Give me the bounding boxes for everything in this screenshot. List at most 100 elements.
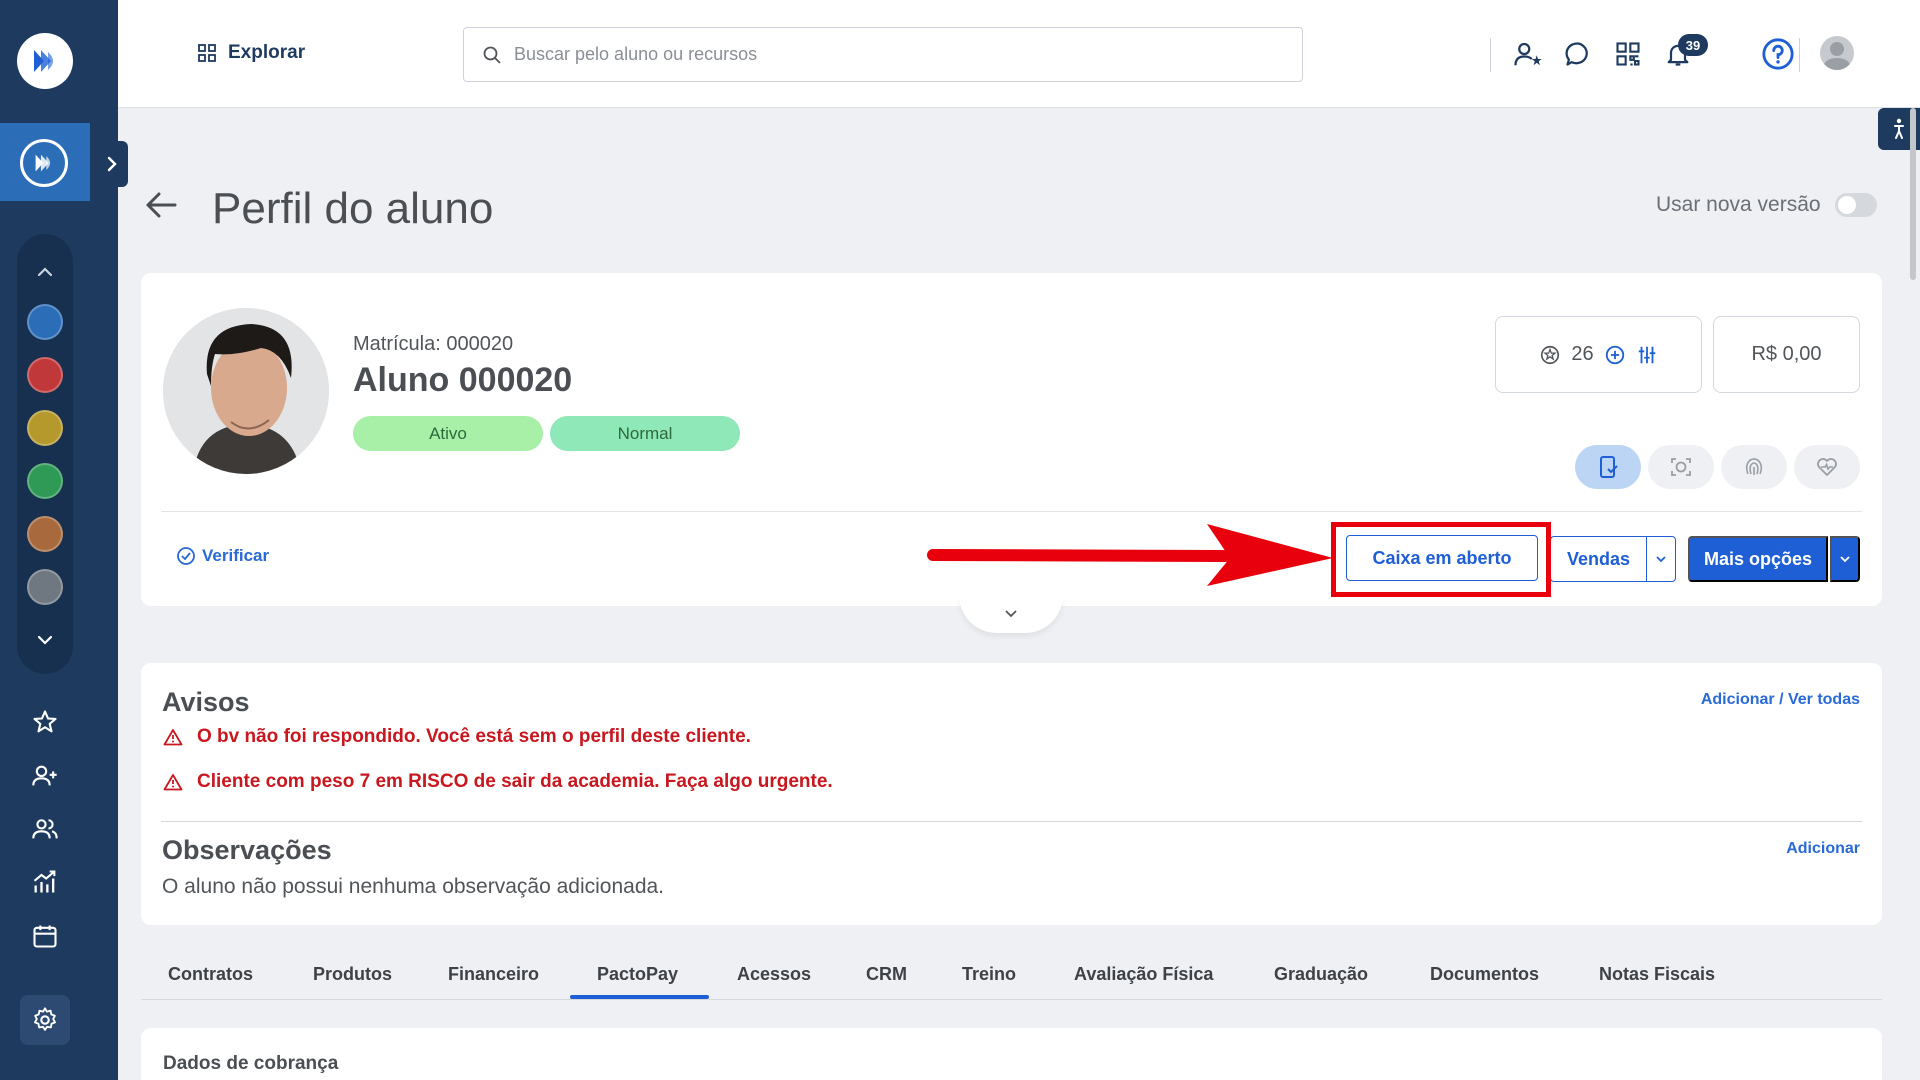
notices-card: Avisos Adicionar / Ver todas O bv não fo… — [141, 663, 1882, 925]
chevron-up-icon[interactable] — [27, 254, 63, 290]
student-photo — [163, 308, 329, 474]
tab-crm[interactable]: CRM — [866, 964, 907, 985]
add-points-icon[interactable] — [1604, 344, 1626, 366]
chevron-down-icon[interactable] — [27, 622, 63, 658]
add-observation-link[interactable]: Adicionar — [1786, 840, 1860, 858]
unit-logo-icon — [35, 154, 51, 172]
new-version-toggle[interactable] — [1834, 193, 1877, 217]
warning-text: O bv não foi respondido. Você está sem o… — [197, 726, 751, 747]
verify-label: Verificar — [202, 546, 270, 565]
tab-pactopay[interactable]: PactoPay — [597, 964, 678, 985]
people-icon[interactable] — [27, 811, 63, 847]
student-portrait-icon — [163, 308, 329, 474]
points-value: 26 — [1571, 343, 1594, 365]
chevron-down-icon — [1656, 556, 1666, 563]
verify-button[interactable]: Verificar — [176, 546, 269, 566]
qr-code-icon[interactable] — [1610, 36, 1646, 72]
unit-button-brown[interactable] — [27, 516, 63, 552]
active-tab-indicator — [570, 995, 709, 999]
tab-financeiro[interactable]: Financeiro — [448, 964, 539, 985]
gear-icon — [34, 1007, 56, 1031]
page-title: Perfil do aluno — [212, 184, 494, 233]
face-scan-icon — [1671, 458, 1691, 476]
observations-title: Observações — [162, 835, 332, 865]
unit-button-green[interactable] — [27, 463, 63, 499]
annotation-highlight-box — [1331, 522, 1551, 597]
warning-item: O bv não foi respondido. Você está sem o… — [163, 726, 751, 748]
status-badge: Ativo — [353, 416, 543, 451]
tab-notas-fiscais[interactable]: Notas Fiscais — [1599, 964, 1715, 985]
units-panel — [17, 234, 73, 674]
person-star-icon[interactable] — [1510, 36, 1546, 72]
balance-box: R$ 0,00 — [1713, 316, 1860, 393]
more-options-button[interactable]: Mais opções — [1688, 536, 1828, 582]
adjust-points-icon[interactable] — [1636, 344, 1658, 366]
settings-button[interactable] — [20, 995, 70, 1045]
billing-title: Dados de cobrança — [163, 1053, 339, 1074]
card-divider — [161, 511, 1862, 512]
collapse-toggle[interactable] — [959, 595, 1063, 633]
annotation-arrow — [927, 524, 1333, 586]
back-arrow-icon[interactable] — [143, 187, 179, 228]
calendar-icon[interactable] — [27, 918, 63, 954]
face-recognition-button[interactable] — [1648, 445, 1714, 489]
star-icon[interactable] — [27, 704, 63, 740]
tab-produtos[interactable]: Produtos — [313, 964, 392, 985]
notifications-bell-icon[interactable]: 39 — [1660, 34, 1708, 72]
search-box[interactable] — [463, 27, 1303, 82]
health-button[interactable] — [1794, 445, 1860, 489]
unit-button-gold[interactable] — [27, 410, 63, 446]
avatar-icon — [1823, 42, 1851, 70]
billing-card: Dados de cobrança — [141, 1028, 1882, 1080]
current-unit-logo[interactable] — [20, 139, 68, 187]
add-person-icon[interactable] — [27, 758, 63, 794]
tab-contratos[interactable]: Contratos — [168, 964, 253, 985]
top-bar: Explorar 39 — [118, 0, 1920, 108]
unit-button-red[interactable] — [27, 357, 63, 393]
tab-graduacao[interactable]: Graduação — [1274, 964, 1368, 985]
sales-button[interactable]: Vendas — [1550, 536, 1646, 582]
notices-title: Avisos — [162, 687, 250, 717]
points-box: 26 — [1495, 316, 1702, 393]
top-divider — [1490, 38, 1491, 72]
chevron-down-icon — [1005, 610, 1017, 618]
sales-dropdown-button[interactable] — [1646, 536, 1676, 582]
warning-triangle-icon — [163, 729, 183, 746]
add-view-all-link[interactable]: Adicionar / Ver todas — [1701, 691, 1860, 709]
risk-badge: Normal — [550, 416, 740, 451]
unit-button-blue[interactable] — [27, 304, 63, 340]
chat-icon[interactable] — [1560, 36, 1596, 72]
explore-button[interactable]: Explorar — [198, 42, 305, 64]
chart-icon[interactable] — [27, 864, 63, 900]
access-card-button[interactable] — [1575, 445, 1641, 489]
tab-acessos[interactable]: Acessos — [737, 964, 811, 985]
tab-treino[interactable]: Treino — [962, 964, 1016, 985]
more-options-dropdown-button[interactable] — [1830, 536, 1860, 582]
chevron-right-icon — [107, 156, 117, 172]
tab-avaliacao-fisica[interactable]: Avaliação Física — [1074, 964, 1213, 985]
app-logo[interactable] — [17, 33, 73, 89]
top-divider — [1799, 38, 1800, 72]
enrollment-number: Matrícula: 000020 — [353, 333, 514, 355]
balance-value: R$ 0,00 — [1751, 343, 1822, 365]
fingerprint-button[interactable] — [1721, 445, 1787, 489]
explore-label: Explorar — [228, 42, 306, 63]
accessibility-icon — [1894, 118, 1904, 139]
coin-icon — [1541, 345, 1560, 364]
tab-documentos[interactable]: Documentos — [1430, 964, 1539, 985]
warning-item: Cliente com peso 7 em RISCO de sair da a… — [163, 771, 833, 793]
page-scrollbar[interactable] — [1910, 108, 1916, 280]
observations-empty-text: O aluno não possui nenhuma observação ad… — [162, 875, 665, 898]
search-input[interactable] — [514, 44, 1274, 65]
notification-count-badge: 39 — [1678, 34, 1708, 56]
warning-text: Cliente com peso 7 em RISCO de sair da a… — [197, 771, 833, 792]
sidebar-expand-button[interactable] — [96, 141, 128, 187]
chevron-down-icon — [1840, 556, 1850, 563]
help-icon[interactable] — [1760, 36, 1796, 72]
logo-icon — [34, 50, 53, 72]
warning-triangle-icon — [163, 774, 183, 791]
user-avatar[interactable] — [1820, 36, 1854, 70]
new-version-label: Usar nova versão — [1656, 193, 1821, 216]
unit-button-gray[interactable] — [27, 569, 63, 605]
grid-icon — [198, 44, 216, 62]
